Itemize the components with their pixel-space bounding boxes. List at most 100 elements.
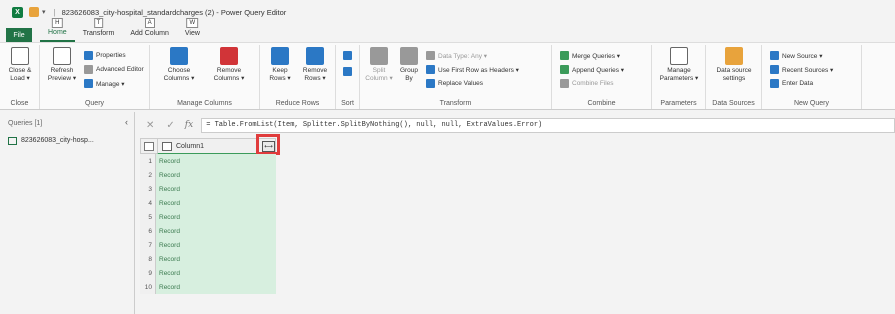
record-cell[interactable]: Record	[156, 224, 276, 238]
append-queries-button[interactable]: Append Queries ▾	[560, 65, 624, 74]
table-icon	[8, 136, 17, 145]
group-by-button[interactable]: Group By	[396, 47, 422, 83]
formula-input[interactable]: = Table.FromList(Item, Splitter.SplitByN…	[201, 117, 895, 133]
first-row-icon	[426, 65, 435, 74]
close-group: Close & Load ▾ Close	[0, 45, 40, 109]
record-cell[interactable]: Record	[156, 154, 276, 168]
column-type-icon[interactable]	[162, 141, 172, 151]
ribbon-tabs: File Home H Transform T Add Column A Vie…	[0, 18, 895, 42]
record-cell[interactable]: Record	[156, 238, 276, 252]
sort-ascending-icon	[343, 51, 352, 60]
row-number: 4	[140, 196, 156, 210]
close-load-button[interactable]: Close & Load ▾	[3, 47, 37, 83]
group-label: Parameters	[660, 100, 697, 107]
manage-parameters-button[interactable]: Manage Parameters ▾	[656, 47, 702, 83]
refresh-preview-button[interactable]: Refresh Preview ▾	[44, 47, 80, 83]
highlight-box	[256, 134, 280, 155]
use-first-row-button[interactable]: Use First Row as Headers ▾	[426, 65, 519, 74]
keep-rows-button[interactable]: Keep Rows ▾	[264, 47, 296, 83]
sort-descending-button[interactable]	[343, 67, 355, 76]
row-number: 8	[140, 252, 156, 266]
manage-button[interactable]: Manage ▾	[84, 79, 125, 88]
advanced-editor-label: Advanced Editor	[96, 66, 144, 73]
remove-columns-button[interactable]: Remove Columns ▾	[206, 47, 252, 83]
record-cell[interactable]: Record	[156, 196, 276, 210]
group-label: Reduce Rows	[275, 100, 320, 107]
table-row[interactable]: 3 Record	[140, 182, 276, 196]
group-label: Manage Columns	[177, 100, 232, 107]
data-source-settings-icon	[725, 47, 743, 65]
data-type-dropdown[interactable]: Data Type: Any ▾	[426, 51, 487, 60]
table-row[interactable]: 4 Record	[140, 196, 276, 210]
close-load-icon	[11, 47, 29, 65]
table-menu-icon[interactable]	[144, 142, 154, 151]
group-label: New Query	[793, 100, 829, 107]
tab-label: Home	[48, 29, 67, 36]
recent-sources-label: Recent Sources ▾	[782, 66, 834, 74]
split-column-label: Split Column ▾	[365, 67, 393, 82]
tab-transform[interactable]: Transform T	[75, 18, 123, 42]
group-label: Sort	[341, 100, 354, 107]
tab-file[interactable]: File	[6, 28, 32, 42]
title-bar: X ▾ | 823626083_city-hospital_standardch…	[0, 0, 895, 24]
row-number: 3	[140, 182, 156, 196]
new-source-button[interactable]: New Source ▾	[770, 51, 822, 60]
record-cell[interactable]: Record	[156, 210, 276, 224]
table-row[interactable]: 2 Record	[140, 168, 276, 182]
keytip: T	[93, 18, 104, 28]
data-source-settings-button[interactable]: Data source settings	[710, 47, 758, 83]
quick-access-icon[interactable]	[29, 7, 39, 17]
table-row[interactable]: 5 Record	[140, 210, 276, 224]
combine-files-icon	[560, 79, 569, 88]
remove-rows-button[interactable]: Remove Rows ▾	[298, 47, 332, 83]
choose-columns-label: Choose Columns ▾	[163, 67, 195, 82]
enter-data-icon	[770, 79, 779, 88]
parameters-group: Manage Parameters ▾ Parameters	[652, 45, 706, 109]
table-row[interactable]: 7 Record	[140, 238, 276, 252]
keytip: W	[186, 18, 199, 28]
advanced-editor-button[interactable]: Advanced Editor	[84, 65, 144, 74]
quick-access-chevron-icon[interactable]: ▾	[42, 8, 46, 16]
collapse-pane-icon[interactable]: ‹	[125, 117, 128, 127]
choose-columns-button[interactable]: Choose Columns ▾	[156, 47, 202, 83]
parameters-icon	[670, 47, 688, 65]
record-cell[interactable]: Record	[156, 168, 276, 182]
combine-files-label: Combine Files	[572, 80, 614, 87]
manage-label: Manage ▾	[96, 80, 125, 88]
record-cell[interactable]: Record	[156, 252, 276, 266]
confirm-icon[interactable]: ✓	[166, 120, 174, 131]
cancel-icon[interactable]: ✕	[146, 120, 154, 131]
table-row[interactable]: 1 Record	[140, 154, 276, 168]
record-cell[interactable]: Record	[156, 182, 276, 196]
tab-view[interactable]: View W	[177, 18, 208, 42]
properties-button[interactable]: Properties	[84, 51, 126, 60]
keytip: A	[144, 18, 155, 28]
choose-columns-icon	[170, 47, 188, 65]
merge-label: Merge Queries ▾	[572, 52, 621, 60]
row-number: 6	[140, 224, 156, 238]
merge-queries-button[interactable]: Merge Queries ▾	[560, 51, 620, 60]
header-row: Column1 ⟷	[140, 134, 280, 155]
excel-logo-icon: X	[12, 6, 23, 18]
split-column-button[interactable]: Split Column ▾	[364, 47, 394, 83]
query-item[interactable]: 823626083_city-hosp...	[8, 134, 130, 147]
replace-values-button[interactable]: Replace Values	[426, 79, 483, 88]
tab-add-column[interactable]: Add Column A	[122, 18, 177, 42]
table-row[interactable]: 9 Record	[140, 266, 276, 280]
remove-rows-label: Remove Rows ▾	[302, 67, 328, 82]
group-label: Query	[84, 100, 105, 107]
sort-ascending-button[interactable]	[343, 51, 355, 60]
table-row[interactable]: 8 Record	[140, 252, 276, 266]
query-item-label: 823626083_city-hosp...	[21, 137, 94, 144]
tab-home[interactable]: Home H	[40, 18, 75, 42]
data-sources-group: Data source settings Data Sources	[706, 45, 762, 109]
record-cell[interactable]: Record	[156, 280, 276, 294]
table-row[interactable]: 6 Record	[140, 224, 276, 238]
advanced-editor-icon	[84, 65, 93, 74]
merge-icon	[560, 51, 569, 60]
table-row[interactable]: 10 Record	[140, 280, 276, 294]
record-cell[interactable]: Record	[156, 266, 276, 280]
recent-sources-button[interactable]: Recent Sources ▾	[770, 65, 833, 74]
enter-data-button[interactable]: Enter Data	[770, 79, 813, 88]
combine-files-button[interactable]: Combine Files	[560, 79, 614, 88]
